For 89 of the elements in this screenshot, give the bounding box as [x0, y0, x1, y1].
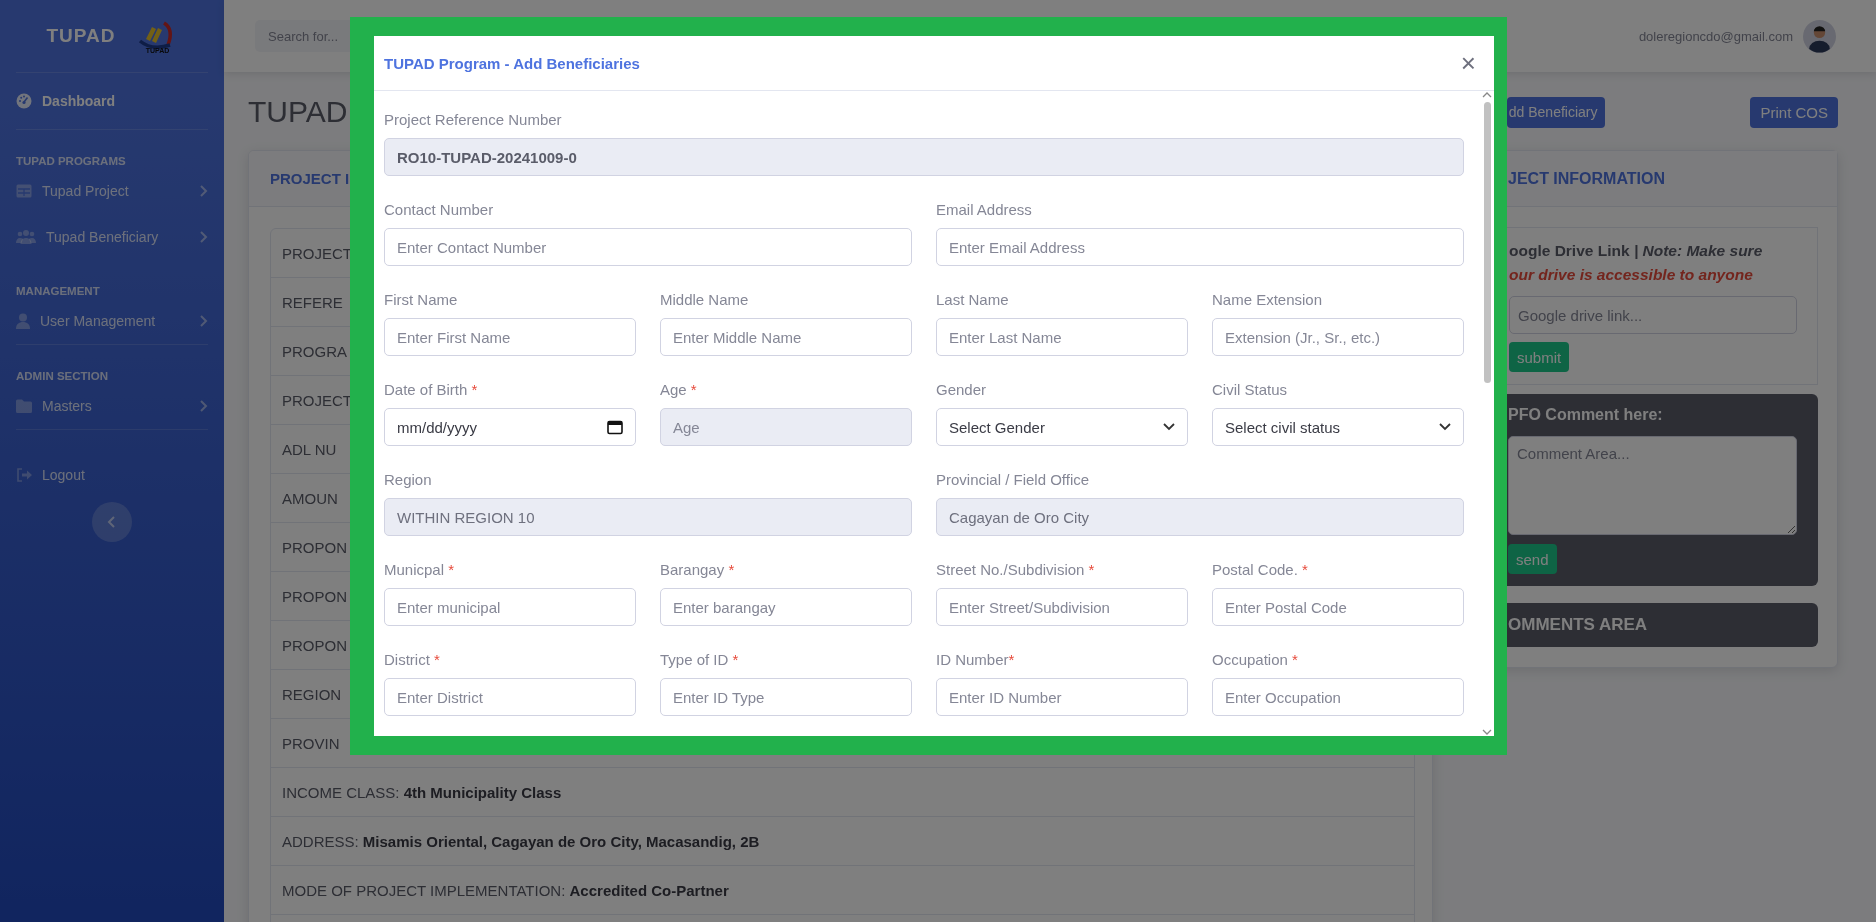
text-field[interactable]: Enter ID Number [936, 678, 1188, 716]
user-email: doleregioncdo@gmail.com [1638, 28, 1793, 44]
field-label: Region [384, 470, 433, 490]
chevron-down-icon [1163, 423, 1175, 431]
field-label: Occupation * [1212, 650, 1299, 670]
brand-name: TUPAD [46, 25, 116, 47]
field-label: Type of ID * [660, 650, 740, 670]
sidebar-item[interactable]: Logout [16, 452, 208, 498]
text-field[interactable]: Enter barangay [660, 588, 912, 626]
text-field[interactable]: Enter municipal [384, 588, 636, 626]
info-row-text: PROVIN [282, 734, 340, 752]
submit-button[interactable]: submit [1509, 342, 1570, 372]
comment-field[interactable]: Comment Area... [1508, 436, 1797, 535]
sidebar-item[interactable]: Masters [16, 383, 208, 429]
info-row-text: ADL NU [282, 440, 337, 458]
readonly-field[interactable]: Cagayan de Oro City [936, 498, 1464, 536]
field-label: Provincial / Field Office [936, 470, 1091, 490]
field-label: ID Number* [936, 650, 1016, 670]
info-row-text: INCOME CLASS: 4th Municipality Class [282, 783, 562, 801]
modal-title: TUPAD Program - Add Beneficiaries [384, 54, 641, 72]
field-label: Civil Status [1212, 380, 1289, 400]
text-field[interactable]: Enter Email Address [936, 228, 1464, 266]
drive-link-note: our drive is accessible to anyone [1509, 265, 1754, 285]
drive-link-heading: oogle Drive Link | Note: Make sure [1509, 241, 1764, 261]
print-button[interactable]: Print COS [1750, 96, 1838, 128]
info-row-text: PROPON [282, 538, 347, 556]
field-label: Street No./Subdivision * [936, 560, 1096, 580]
field-label: District * [384, 650, 441, 670]
calendar-icon [607, 419, 623, 435]
scroll-up-icon[interactable] [1482, 91, 1492, 99]
gauge-icon [16, 93, 32, 109]
close-button[interactable]: × [1460, 50, 1476, 76]
sidebar-item[interactable]: Dashboard [16, 73, 208, 129]
comment-title: PFO Comment here: [1508, 406, 1664, 424]
date-field[interactable]: mm/dd/yyyy [384, 408, 636, 446]
page-title: TUPAD [248, 95, 348, 129]
avatar[interactable] [1803, 19, 1836, 53]
sidebar-item[interactable]: User Management [16, 298, 208, 344]
text-field[interactable]: Enter District [384, 678, 636, 716]
info-row-text: REFERE [282, 293, 343, 311]
card-title: PROJECT I [270, 170, 350, 187]
field-label: Postal Code. * [1212, 560, 1309, 580]
readonly-field[interactable]: WITHIN REGION 10 [384, 498, 912, 536]
text-field[interactable]: Enter First Name [384, 318, 636, 356]
field-label: Email Address [936, 200, 1033, 220]
text-field[interactable]: Extension (Jr., Sr., etc.) [1212, 318, 1464, 356]
info-row-text: AMOUN [282, 489, 338, 507]
field-label: Municpal * [384, 560, 456, 580]
field-label: Date of Birth * [384, 380, 479, 400]
sidebar-heading: ADMIN SECTION [16, 369, 109, 383]
field-label: Barangay * [660, 560, 736, 580]
info-row-text: PROGRA [282, 342, 347, 360]
scrollbar-thumb[interactable] [1483, 102, 1491, 383]
text-field[interactable]: Enter Postal Code [1212, 588, 1464, 626]
field-label: Last Name [936, 290, 1010, 310]
field-label: Project Reference Number [384, 110, 563, 130]
field-label: Contact Number [384, 200, 495, 220]
field-label: Gender [936, 380, 988, 400]
send-button[interactable]: send [1508, 544, 1557, 574]
chevron-down-icon [1439, 423, 1451, 431]
info-row-text: ADDRESS: Misamis Oriental, Cagayan de Oro City, Macasandig, 2B [282, 832, 760, 850]
sidebar-item[interactable]: Tupad Beneficiary [16, 214, 208, 260]
info-row-text: PROJECT [282, 391, 352, 409]
info-row-text: PROPON [282, 636, 347, 654]
text-field[interactable]: Enter ID Type [660, 678, 912, 716]
sidebar-item[interactable]: Tupad Project [16, 168, 208, 214]
info-row-text: MODE OF PROJECT IMPLEMENTATION: Accredited Co-Partner [282, 881, 729, 899]
text-field[interactable]: Enter Street/Subdivision [936, 588, 1188, 626]
scroll-down-icon[interactable] [1482, 728, 1492, 736]
readonly-field[interactable]: RO10-TUPAD-20241009-0 [384, 138, 1464, 176]
dropdown[interactable]: Select civil status [1212, 408, 1464, 446]
sidebar-heading: MANAGEMENT [16, 284, 101, 298]
sidebar-heading: TUPAD PROGRAMS [16, 154, 127, 168]
readonly-field[interactable]: Age [660, 408, 912, 446]
field-label: Age * [660, 380, 698, 400]
text-field[interactable]: Enter Last Name [936, 318, 1188, 356]
text-field[interactable]: Enter Middle Name [660, 318, 912, 356]
text-field[interactable]: Enter Contact Number [384, 228, 912, 266]
info-row-text: REGION [282, 685, 342, 703]
dropdown[interactable]: Select Gender [936, 408, 1188, 446]
drive-link-field[interactable]: Google drive link... [1509, 296, 1797, 334]
field-label: Name Extension [1212, 290, 1324, 310]
scrollbar[interactable] [1480, 91, 1494, 736]
add-beneficiary-button[interactable]: dd Beneficiary [1506, 96, 1606, 128]
field-label: First Name [384, 290, 459, 310]
info-row-text: PROPON [282, 587, 347, 605]
field-label: Middle Name [660, 290, 750, 310]
info-row-text: PROJECT [282, 244, 352, 262]
text-field[interactable]: Enter Occupation [1212, 678, 1464, 716]
